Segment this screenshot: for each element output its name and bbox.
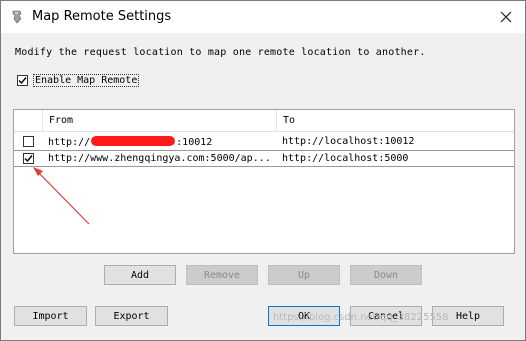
row-checkbox[interactable]	[23, 136, 34, 147]
add-button[interactable]: Add	[104, 265, 176, 285]
app-icon	[11, 10, 23, 24]
from-cell: http://www.zhengqingya.com:5000/ap...	[48, 153, 271, 164]
table-row[interactable]: http:// :10012 http://localhost:10012	[14, 134, 514, 150]
from-cell: http:// :10012	[48, 136, 274, 148]
remove-button[interactable]: Remove	[186, 265, 258, 285]
row-checkbox[interactable]	[23, 153, 34, 164]
column-header-from[interactable]: From	[43, 110, 277, 132]
window-title: Map Remote Settings	[32, 9, 172, 24]
column-header-to-label: To	[283, 115, 296, 126]
from-suffix: :10012	[176, 137, 213, 148]
up-button[interactable]: Up	[268, 265, 340, 285]
down-button[interactable]: Down	[350, 265, 422, 285]
mapping-table: From To http:// :10012 http://localhost:1…	[13, 109, 515, 254]
column-header-to[interactable]: To	[277, 110, 514, 132]
export-button[interactable]: Export	[95, 306, 168, 326]
to-cell: http://localhost:10012	[282, 136, 415, 147]
import-button[interactable]: Import	[14, 306, 87, 326]
help-button[interactable]: Help	[432, 306, 504, 326]
checkmark-icon	[24, 155, 33, 163]
redaction-mark	[91, 136, 176, 146]
cancel-button[interactable]: Cancel	[350, 306, 422, 326]
table-row[interactable]: http://www.zhengqingya.com:5000/ap... ht…	[14, 150, 514, 167]
close-icon[interactable]	[495, 6, 517, 28]
dialog-content: Modify the request location to map one r…	[1, 33, 525, 340]
checkbox-column-header	[14, 110, 43, 132]
map-remote-settings-dialog: Map Remote Settings Modify the request l…	[0, 0, 526, 341]
checkmark-icon	[18, 77, 27, 85]
enable-map-remote-label[interactable]: Enable Map Remote	[33, 74, 140, 87]
column-header-from-label: From	[49, 115, 74, 126]
enable-map-remote-checkbox[interactable]	[17, 75, 28, 86]
from-prefix: http://	[48, 137, 91, 148]
to-cell: http://localhost:5000	[282, 153, 409, 164]
ok-button[interactable]: OK	[268, 306, 340, 326]
description-text: Modify the request location to map one r…	[15, 47, 426, 58]
title-bar: Map Remote Settings	[1, 1, 525, 33]
